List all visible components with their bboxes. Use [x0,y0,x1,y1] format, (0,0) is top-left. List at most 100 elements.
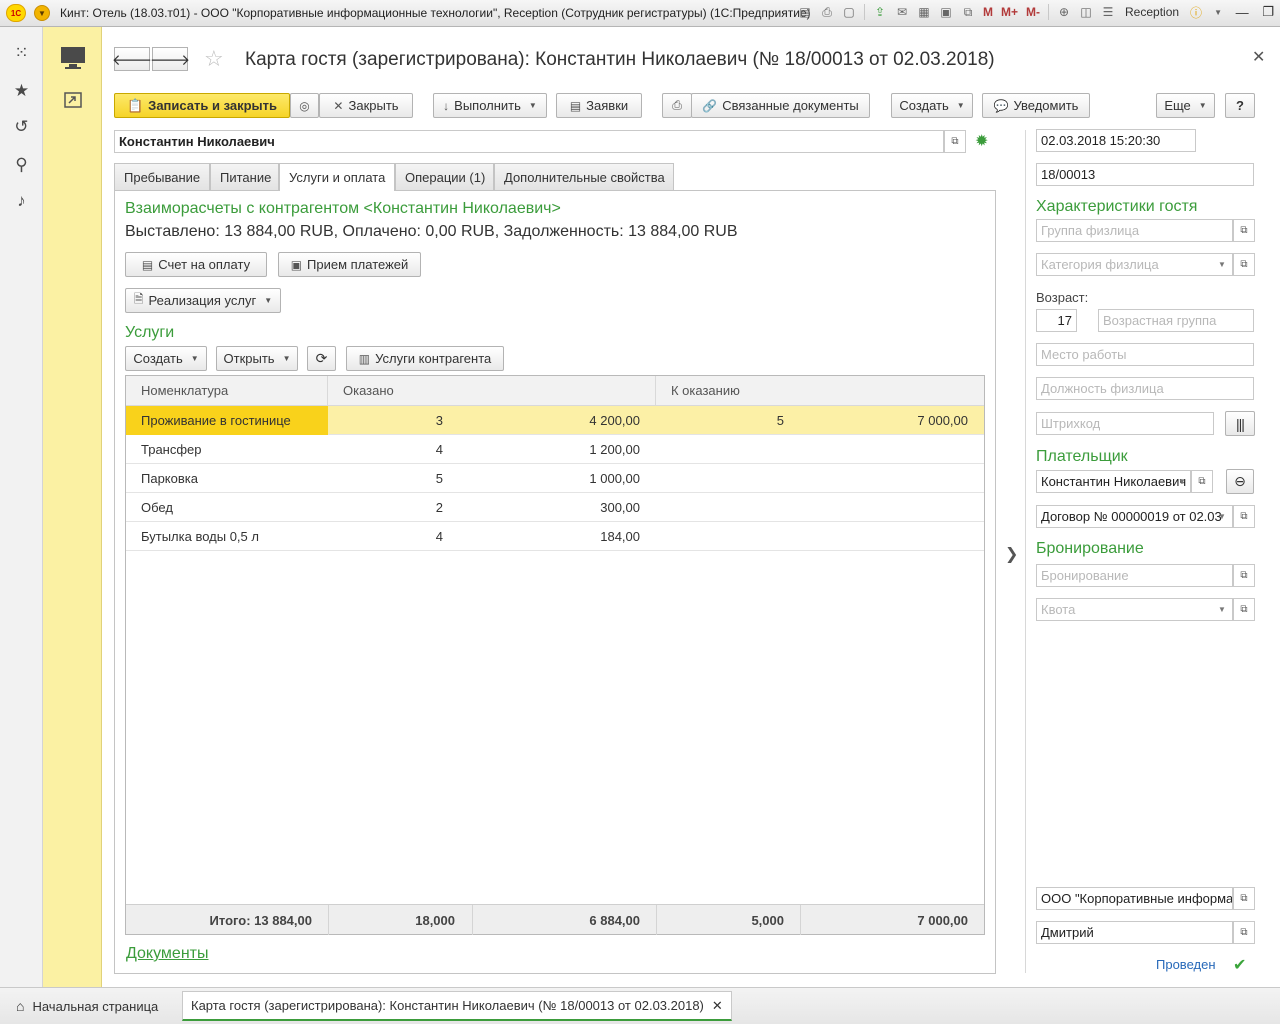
create-menu-button[interactable]: Создать ▼ [891,93,973,118]
search-icon[interactable]: ⚲ [0,151,43,179]
favorites-star-icon[interactable]: ★ [0,77,43,105]
history-icon[interactable]: ↺ [0,113,43,141]
collapse-panel-icon[interactable]: ❯ [1005,544,1018,564]
open-responsible-icon[interactable]: ⧉ [1233,921,1255,944]
save-icon[interactable]: ▤ [796,3,814,21]
responsible-field[interactable]: Дмитрий [1036,921,1233,944]
user-name[interactable]: Reception [1121,5,1183,19]
contract-field[interactable]: Договор № 00000019 от 02.03 [1036,505,1233,528]
memory-m-plus-button[interactable]: M+ [999,5,1020,19]
memory-m-minus-button[interactable]: M- [1024,5,1042,19]
invoice-button[interactable]: ▤ Счет на оплату [125,252,267,277]
services-realization-button[interactable]: 🗎 Реализация услуг ▼ [125,288,281,313]
home-tab[interactable]: ⌂ Начальная страница [16,991,158,1021]
desktop-icon[interactable] [43,43,102,73]
position-field[interactable]: Должность физлица [1036,377,1254,400]
age-field[interactable]: 17 [1036,309,1077,332]
back-button[interactable]: 🡐 [112,47,152,71]
apps-grid-icon[interactable]: ⁙ [0,39,43,67]
close-button[interactable]: ✕ Закрыть [319,93,413,118]
close-form-icon[interactable]: ✕ [1252,47,1265,67]
table-row[interactable]: Обед 2 300,00 [126,493,984,522]
info-icon[interactable]: ⓘ [1187,3,1205,21]
panel-icon[interactable]: ◫ [1077,3,1095,21]
notify-button[interactable]: 💬 Уведомить [982,93,1090,118]
related-documents-button[interactable]: 🔗 Связанные документы [691,93,870,118]
refresh-button[interactable]: ⟳ [307,346,336,371]
mail-icon[interactable]: ✉ [893,3,911,21]
chevron-down-icon[interactable]: ▼ [1209,3,1227,21]
organization-field[interactable]: ООО "Корпоративные информац [1036,887,1233,910]
zoom-icon[interactable]: ⊕ [1055,3,1073,21]
open-quota-icon[interactable]: ⧉ [1233,598,1255,621]
table-row[interactable]: Трансфер 4 1 200,00 [126,435,984,464]
open-window-icon[interactable] [43,89,102,111]
help-button[interactable]: ? [1225,93,1255,118]
open-booking-icon[interactable]: ⧉ [1233,564,1255,587]
guest-name-field[interactable]: Константин Николаевич [114,130,944,153]
tab-operations[interactable]: Операции (1) [395,163,494,190]
chevron-down-icon[interactable]: ▼ [1212,506,1232,527]
minimize-icon[interactable]: — [1231,3,1253,21]
bell-icon[interactable]: ♪ [0,187,43,215]
payer-back-button[interactable]: ⊖ [1226,469,1254,494]
current-form-tab-label: Карта гостя (зарегистрирована): Констант… [191,998,704,1013]
requests-button[interactable]: ▤ Заявки [556,93,642,118]
open-category-icon[interactable]: ⧉ [1233,253,1255,276]
group-field[interactable]: Группа физлица [1036,219,1233,242]
age-group-field[interactable]: Возрастная группа [1098,309,1254,332]
date-field[interactable]: 02.03.2018 15:20:30 [1036,129,1196,152]
record-button[interactable]: ◎ [290,93,319,118]
chevron-down-icon[interactable]: ▼ [1172,471,1192,492]
contractor-services-button[interactable]: ▥ Услуги контрагента [346,346,504,371]
calendar-icon[interactable]: ▣ [937,3,955,21]
column-header-provided[interactable]: Оказано [328,376,656,406]
barcode-field[interactable]: Штрихкод [1036,412,1214,435]
save-and-close-button[interactable]: 📋 Записать и закрыть [114,93,290,118]
close-tab-icon[interactable]: ✕ [712,998,723,1014]
current-form-tab[interactable]: Карта гостя (зарегистрирована): Констант… [182,991,732,1021]
restore-icon[interactable]: ❐ [1257,3,1279,21]
tab-services-payment[interactable]: Услуги и оплата [279,163,395,191]
open-group-icon[interactable]: ⧉ [1233,219,1255,242]
open-guest-icon[interactable]: ⧉ [944,130,966,153]
open-organization-icon[interactable]: ⧉ [1233,887,1255,910]
services-open-button[interactable]: Открыть ▼ [216,346,298,371]
main-menu-button[interactable]: ▼ [34,5,50,21]
barcode-button[interactable]: ||| [1225,411,1255,436]
tab-stay[interactable]: Пребывание [114,163,210,190]
workplace-field[interactable]: Место работы [1036,343,1254,366]
table-row[interactable]: Бутылка воды 0,5 л 4 184,00 [126,522,984,551]
chevron-down-icon[interactable]: ▼ [1212,254,1232,275]
preview-icon[interactable]: ▢ [840,3,858,21]
forward-button[interactable]: 🡒 [150,47,190,71]
memory-m-button[interactable]: M [981,5,995,19]
payments-button[interactable]: ▣ Прием платежей [278,252,421,277]
more-button[interactable]: Еще ▼ [1156,93,1215,118]
tab-food[interactable]: Питание [210,163,279,190]
services-create-button[interactable]: Создать ▼ [125,346,207,371]
bug-icon[interactable]: ✹ [975,131,988,151]
open-payer-icon[interactable]: ⧉ [1191,470,1213,493]
tab-additional-properties[interactable]: Дополнительные свойства [494,163,674,190]
print-button[interactable]: ⎙ [662,93,692,118]
column-header-to-provide[interactable]: К оказанию [656,376,984,406]
booking-field[interactable]: Бронирование [1036,564,1233,587]
calculator-icon[interactable]: ▦ [915,3,933,21]
number-field[interactable]: 18/00013 [1036,163,1254,186]
chevron-down-icon[interactable]: ▼ [1212,599,1232,620]
copy-icon[interactable]: ⧉ [959,3,977,21]
table-row[interactable]: Проживание в гостинице 3 4 200,00 5 7 00… [126,406,984,435]
documents-link[interactable]: Документы [126,945,208,963]
print-icon[interactable]: ⎙ [818,3,836,21]
execute-button[interactable]: ↓ Выполнить ▼ [433,93,547,118]
separator [864,4,865,20]
quota-field[interactable]: Квота [1036,598,1233,621]
column-header-name[interactable]: Номенклатура [126,376,328,406]
upload-icon[interactable]: ⇪ [871,3,889,21]
open-contract-icon[interactable]: ⧉ [1233,505,1255,528]
table-row[interactable]: Парковка 5 1 000,00 [126,464,984,493]
category-field[interactable]: Категория физлица [1036,253,1233,276]
payer-field[interactable]: Константин Николаевич [1036,470,1191,493]
favorite-star-icon[interactable]: ☆ [204,46,224,72]
